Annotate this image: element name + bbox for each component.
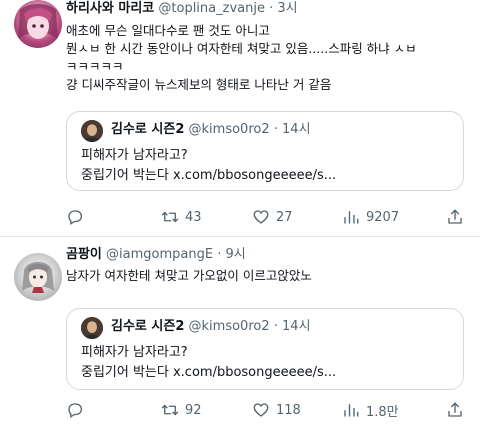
- action-bar: 43 27 9207: [66, 206, 466, 228]
- quoted-header: 김수로 시즌2 @kimso0ro2 · 14시: [111, 318, 311, 336]
- quoted-text-line: 피해자가 남자라고?: [81, 345, 188, 360]
- tweet[interactable]: 곰팡이 @iamgompangE · 9시 남자가 여자한테 쳐맞고 가오없이 …: [0, 238, 480, 429]
- avatar[interactable]: [14, 253, 62, 301]
- dot-separator: ·: [217, 247, 222, 262]
- share-icon: [446, 208, 464, 226]
- views-button[interactable]: 1.8만: [342, 399, 399, 421]
- retweet-button[interactable]: 43: [161, 206, 202, 228]
- quoted-author-handle: @kimso0ro2: [188, 122, 270, 137]
- dot-separator: ·: [269, 1, 274, 16]
- tweet-text: 애초에 무슨 일대다수로 팬 것도 아니고 뭔ㅅㅂ 한 시간 동안이나 여자한테…: [66, 22, 417, 94]
- reply-button[interactable]: [66, 399, 90, 421]
- share-icon: [446, 401, 464, 419]
- timestamp[interactable]: 3시: [277, 1, 297, 16]
- quoted-timestamp: 14시: [282, 319, 311, 334]
- retweet-icon: [161, 401, 179, 419]
- quoted-header: 김수로 시즌2 @kimso0ro2 · 14시: [111, 121, 311, 139]
- tweet-header: 하리사와 마리코 @toplina_zvanje · 3시: [66, 0, 298, 18]
- tweet-text-line: ㅋㅋㅋㅋㅋ: [66, 59, 124, 74]
- quoted-tweet[interactable]: 김수로 시즌2 @kimso0ro2 · 14시 피해자가 남자라고? 중립기어…: [66, 308, 464, 390]
- tweet-text-line: 걍 디씨주작글이 뉴스제보의 형태로 나타난 거 같음: [66, 77, 332, 92]
- avatar[interactable]: [14, 0, 62, 48]
- author-handle[interactable]: @iamgompangE: [106, 247, 213, 262]
- retweet-icon: [161, 208, 179, 226]
- author-name[interactable]: 곰팡이: [66, 247, 102, 262]
- timestamp[interactable]: 9시: [226, 247, 246, 262]
- author-name[interactable]: 하리사와 마리코: [66, 1, 154, 16]
- quoted-tweet[interactable]: 김수로 시즌2 @kimso0ro2 · 14시 피해자가 남자라고? 중립기어…: [66, 111, 464, 191]
- quoted-author-name: 김수로 시즌2: [111, 122, 185, 137]
- quoted-author-name: 김수로 시즌2: [111, 319, 185, 334]
- like-count: 27: [276, 209, 293, 225]
- tweet-divider: [0, 236, 480, 237]
- views-icon: [342, 208, 360, 226]
- quoted-avatar: [81, 317, 103, 339]
- retweet-count: 43: [185, 209, 202, 225]
- views-button[interactable]: 9207: [342, 206, 399, 228]
- retweet-button[interactable]: 92: [161, 399, 202, 421]
- dot-separator: ·: [273, 122, 278, 137]
- action-bar: 92 118 1.8만: [66, 399, 466, 421]
- quoted-author-handle: @kimso0ro2: [188, 319, 270, 334]
- like-button[interactable]: 27: [252, 206, 293, 228]
- author-handle[interactable]: @toplina_zvanje: [158, 1, 265, 16]
- reply-icon: [66, 208, 84, 226]
- share-button[interactable]: [446, 206, 464, 228]
- quoted-text-line: 피해자가 남자라고?: [81, 148, 188, 163]
- quoted-avatar: [81, 120, 103, 142]
- like-icon: [252, 401, 270, 419]
- like-button[interactable]: 118: [252, 399, 301, 421]
- views-count: 1.8만: [366, 404, 399, 420]
- dot-separator: ·: [273, 319, 278, 334]
- tweet-header: 곰팡이 @iamgompangE · 9시: [66, 246, 246, 264]
- tweet-text-line: 애초에 무슨 일대다수로 팬 것도 아니고: [66, 23, 270, 38]
- quoted-text-line: 중립기어 박는다 x.com/bbosongeeeee/s...: [81, 168, 337, 183]
- quoted-text-line: 중립기어 박는다 x.com/bbosongeeeee/s...: [81, 365, 337, 380]
- share-button[interactable]: [446, 399, 464, 421]
- views-icon: [342, 401, 360, 419]
- retweet-count: 92: [185, 402, 202, 418]
- tweet-text-line: 뭔ㅅㅂ 한 시간 동안이나 여자한테 쳐맞고 있음.....스파링 하냐 ㅅㅂ: [66, 41, 417, 56]
- reply-icon: [66, 401, 84, 419]
- quoted-text: 피해자가 남자라고? 중립기어 박는다 x.com/bbosongeeeee/s…: [81, 343, 336, 383]
- reply-button[interactable]: [66, 206, 90, 228]
- like-count: 118: [276, 402, 301, 418]
- like-icon: [252, 208, 270, 226]
- views-count: 9207: [366, 209, 400, 225]
- tweet-text-line: 남자가 여자한테 쳐맞고 가오없이 이르고앉았노: [66, 268, 312, 283]
- tweet-text: 남자가 여자한테 쳐맞고 가오없이 이르고앉았노: [66, 267, 312, 285]
- quoted-text: 피해자가 남자라고? 중립기어 박는다 x.com/bbosongeeeee/s…: [81, 146, 336, 186]
- tweet[interactable]: 하리사와 마리코 @toplina_zvanje · 3시 애초에 무슨 일대다…: [0, 0, 480, 236]
- quoted-timestamp: 14시: [282, 122, 311, 137]
